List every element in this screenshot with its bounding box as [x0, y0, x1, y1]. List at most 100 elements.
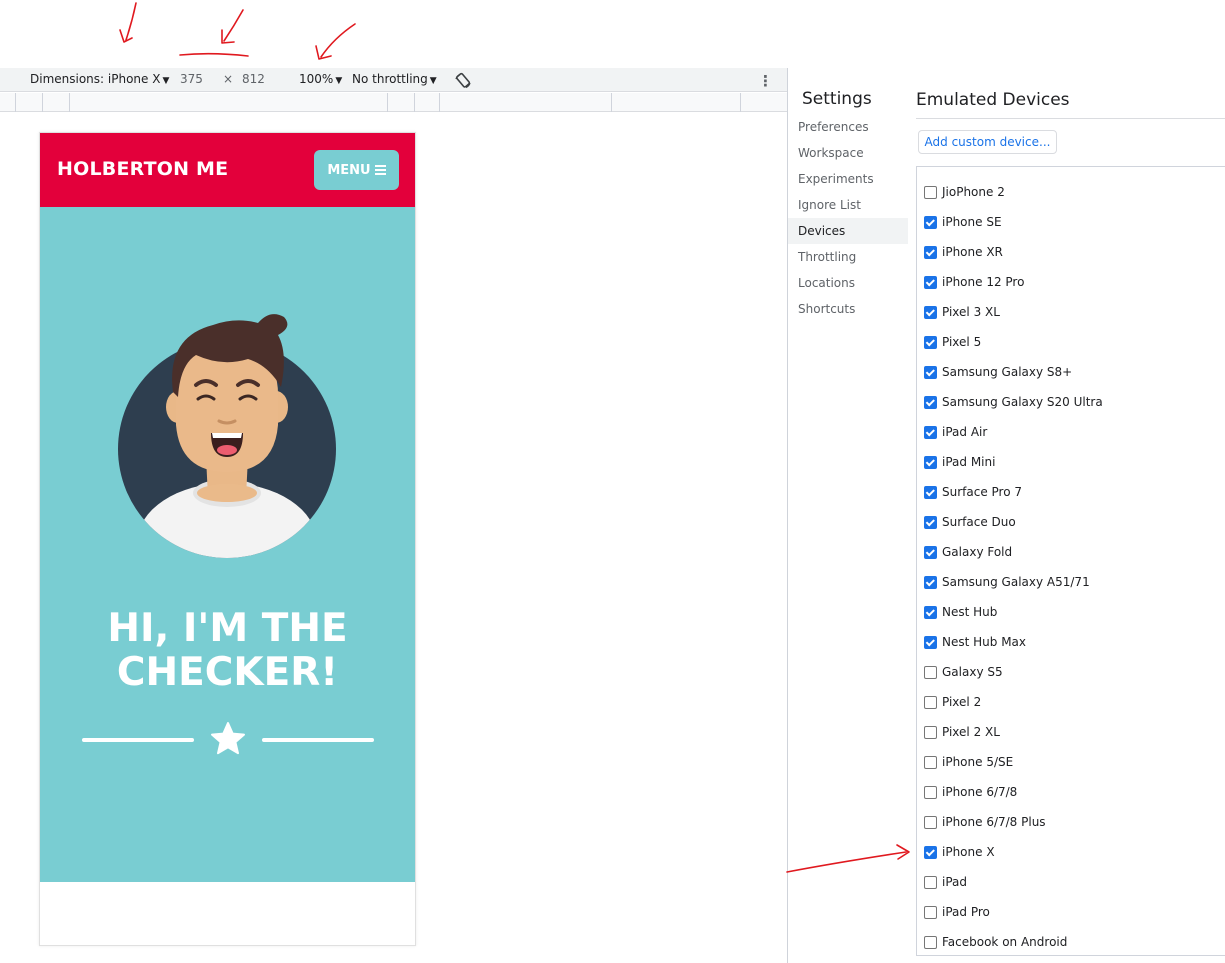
device-name: Nest Hub Max: [942, 635, 1026, 649]
device-checkbox[interactable]: [924, 605, 937, 619]
throttling-label: No throttling: [352, 72, 428, 86]
device-viewport: HOLBERTON ME MENU HI, I'M THE CHECKER!: [39, 132, 416, 946]
annotation-underline: [179, 52, 249, 57]
device-checkbox[interactable]: [924, 425, 937, 439]
device-name: Galaxy Fold: [942, 545, 1013, 559]
device-checkbox[interactable]: [924, 695, 937, 709]
device-row[interactable]: Samsung Galaxy S8+: [924, 362, 1072, 382]
star-icon: [211, 722, 245, 755]
device-checkbox[interactable]: [924, 185, 937, 199]
settings-nav-item-throttling[interactable]: Throttling: [788, 244, 908, 270]
device-checkbox[interactable]: [924, 875, 937, 889]
settings-nav-item-workspace[interactable]: Workspace: [788, 140, 908, 166]
device-checkbox[interactable]: [924, 395, 937, 409]
device-row[interactable]: Nest Hub Max: [924, 632, 1026, 652]
device-row[interactable]: Samsung Galaxy S20 Ultra: [924, 392, 1103, 412]
device-name: iPad Pro: [942, 905, 990, 919]
hero-title: HI, I'M THE CHECKER!: [40, 607, 415, 695]
device-checkbox[interactable]: [924, 905, 937, 919]
device-checkbox[interactable]: [924, 725, 937, 739]
settings-nav: Preferences Workspace Experiments Ignore Li…: [788, 114, 908, 322]
device-row[interactable]: iPad Mini: [924, 452, 995, 472]
dimensions-label: Dimensions: iPhone X: [30, 72, 161, 86]
device-name: iPhone 12 Pro: [942, 275, 1025, 289]
device-name: Surface Duo: [942, 515, 1016, 529]
annotation-arrow-size: [223, 9, 244, 42]
rotate-icon[interactable]: [454, 72, 472, 90]
settings-nav-item-ignore-list[interactable]: Ignore List: [788, 192, 908, 218]
device-checkbox[interactable]: [924, 335, 937, 349]
device-checkbox[interactable]: [924, 785, 937, 799]
device-checkbox[interactable]: [924, 575, 937, 589]
device-name: iPhone X: [942, 845, 995, 859]
device-checkbox[interactable]: [924, 275, 937, 289]
device-row[interactable]: Surface Pro 7: [924, 482, 1022, 502]
device-checkbox[interactable]: [924, 365, 937, 379]
device-row[interactable]: Galaxy S5: [924, 662, 1003, 682]
height-input[interactable]: 812: [242, 72, 265, 86]
device-row[interactable]: Pixel 2: [924, 692, 981, 712]
device-row[interactable]: iPad Air: [924, 422, 987, 442]
settings-nav-item-devices[interactable]: Devices: [788, 218, 908, 244]
device-toolbar: Dimensions: iPhone X ▼ 375 × 812 100% ▼ No…: [0, 68, 787, 92]
menu-button[interactable]: MENU: [314, 150, 399, 190]
settings-nav-item-shortcuts[interactable]: Shortcuts: [788, 296, 908, 322]
device-row[interactable]: Samsung Galaxy A51/71: [924, 572, 1090, 592]
annotation-arrow-size: [221, 29, 235, 44]
settings-nav-item-experiments[interactable]: Experiments: [788, 166, 908, 192]
device-checkbox[interactable]: [924, 515, 937, 529]
device-checkbox[interactable]: [924, 245, 937, 259]
device-row[interactable]: iPhone X: [924, 842, 995, 862]
device-checkbox[interactable]: [924, 935, 937, 949]
ruler-mark: [414, 93, 415, 112]
device-row[interactable]: iPhone SE: [924, 212, 1002, 232]
device-checkbox[interactable]: [924, 305, 937, 319]
site-brand[interactable]: HOLBERTON ME: [57, 158, 228, 180]
settings-nav-item-locations[interactable]: Locations: [788, 270, 908, 296]
device-row[interactable]: iPhone 12 Pro: [924, 272, 1024, 292]
device-name: Samsung Galaxy A51/71: [942, 575, 1090, 589]
device-name: Pixel 5: [942, 335, 982, 349]
device-checkbox[interactable]: [924, 845, 937, 859]
dimensions-dropdown[interactable]: Dimensions: iPhone X ▼: [30, 72, 169, 86]
media-query-ruler[interactable]: [0, 93, 787, 112]
device-checkbox[interactable]: [924, 815, 937, 829]
site-navbar: HOLBERTON ME MENU: [40, 133, 415, 207]
device-checkbox[interactable]: [924, 485, 937, 499]
device-row[interactable]: Pixel 5: [924, 332, 981, 352]
device-name: iPhone XR: [942, 245, 1003, 259]
device-checkbox[interactable]: [924, 665, 937, 679]
device-row[interactable]: iPhone XR: [924, 242, 1003, 262]
add-custom-device-button[interactable]: Add custom device...: [918, 130, 1057, 154]
device-checkbox[interactable]: [924, 635, 937, 649]
device-row[interactable]: iPhone 5/SE: [924, 752, 1013, 772]
throttling-dropdown[interactable]: No throttling ▼: [352, 72, 437, 86]
caret-down-icon: ▼: [162, 76, 170, 86]
device-row[interactable]: Facebook on Android: [924, 932, 1067, 952]
device-checkbox[interactable]: [924, 215, 937, 229]
ruler-mark: [42, 93, 43, 112]
device-row[interactable]: Pixel 2 XL: [924, 722, 1000, 742]
device-row[interactable]: iPad: [924, 872, 967, 892]
device-checkbox[interactable]: [924, 455, 937, 469]
device-checkbox[interactable]: [924, 755, 937, 769]
settings-title: Settings: [802, 89, 872, 109]
device-row[interactable]: Nest Hub: [924, 602, 997, 622]
settings-nav-item-preferences[interactable]: Preferences: [788, 114, 908, 140]
zoom-dropdown[interactable]: 100% ▼: [299, 72, 342, 86]
device-row[interactable]: JioPhone 2: [924, 182, 1005, 202]
hero-title-line: CHECKER!: [116, 650, 339, 695]
device-row[interactable]: iPad Pro: [924, 902, 990, 922]
device-row[interactable]: iPhone 6/7/8 Plus: [924, 812, 1046, 832]
ruler-mark: [611, 93, 612, 112]
device-row[interactable]: iPhone 6/7/8: [924, 782, 1017, 802]
device-checkbox[interactable]: [924, 545, 937, 559]
device-row[interactable]: Surface Duo: [924, 512, 1016, 532]
device-row[interactable]: Galaxy Fold: [924, 542, 1012, 562]
device-row[interactable]: Pixel 3 XL: [924, 302, 1000, 322]
device-name: iPad: [942, 875, 968, 889]
device-name: Pixel 2: [942, 695, 982, 709]
more-vertical-icon[interactable]: ⋮: [758, 72, 773, 90]
device-name: JioPhone 2: [942, 185, 1005, 199]
width-input[interactable]: 375: [180, 72, 203, 86]
